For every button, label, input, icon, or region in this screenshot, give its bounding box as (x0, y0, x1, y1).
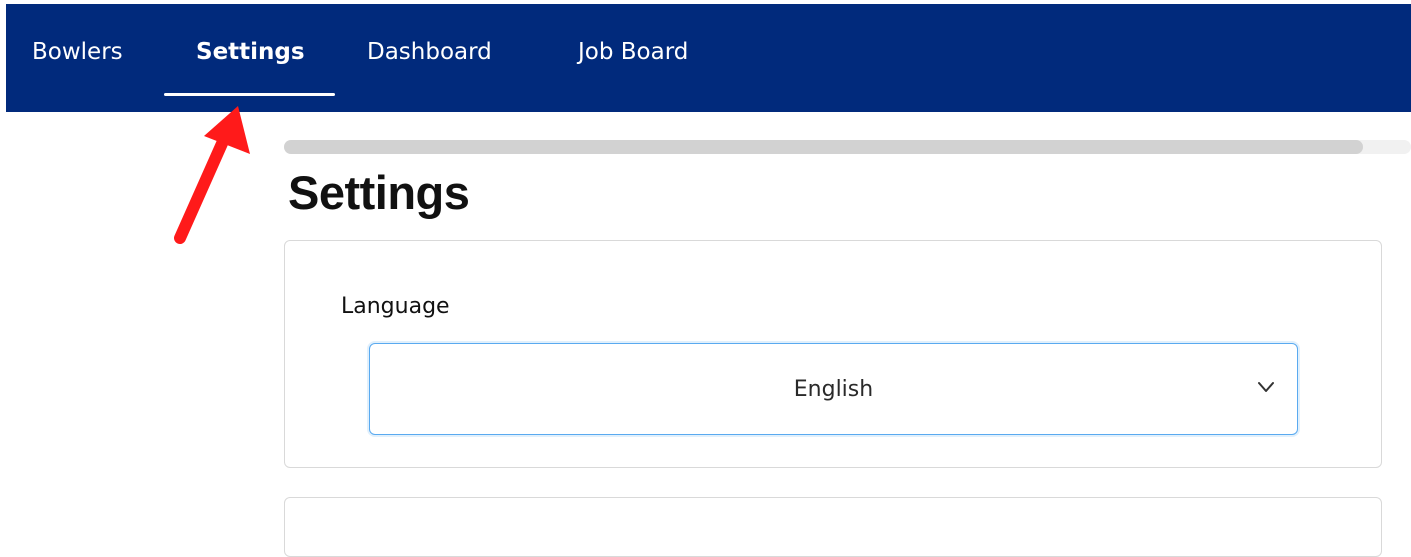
red-arrow-icon (174, 106, 250, 244)
language-label: Language (341, 294, 450, 319)
top-navbar: Bowlers Settings Dashboard Job Board (6, 4, 1411, 112)
nav-item-job-board[interactable]: Job Board (578, 37, 688, 67)
chevron-down-icon (1258, 382, 1274, 392)
nav-item-settings[interactable]: Settings (196, 37, 305, 67)
progress-bar (284, 140, 1411, 154)
nav-item-dashboard[interactable]: Dashboard (367, 37, 492, 67)
language-select[interactable]: English (369, 343, 1298, 435)
page-title: Settings (288, 166, 470, 219)
progress-bar-fill (284, 140, 1363, 154)
nav-item-bowlers[interactable]: Bowlers (32, 37, 123, 67)
language-select-value: English (793, 377, 874, 402)
active-tab-indicator (164, 93, 335, 96)
settings-card-partial (284, 497, 1382, 557)
language-settings-card: Language English (284, 240, 1382, 468)
